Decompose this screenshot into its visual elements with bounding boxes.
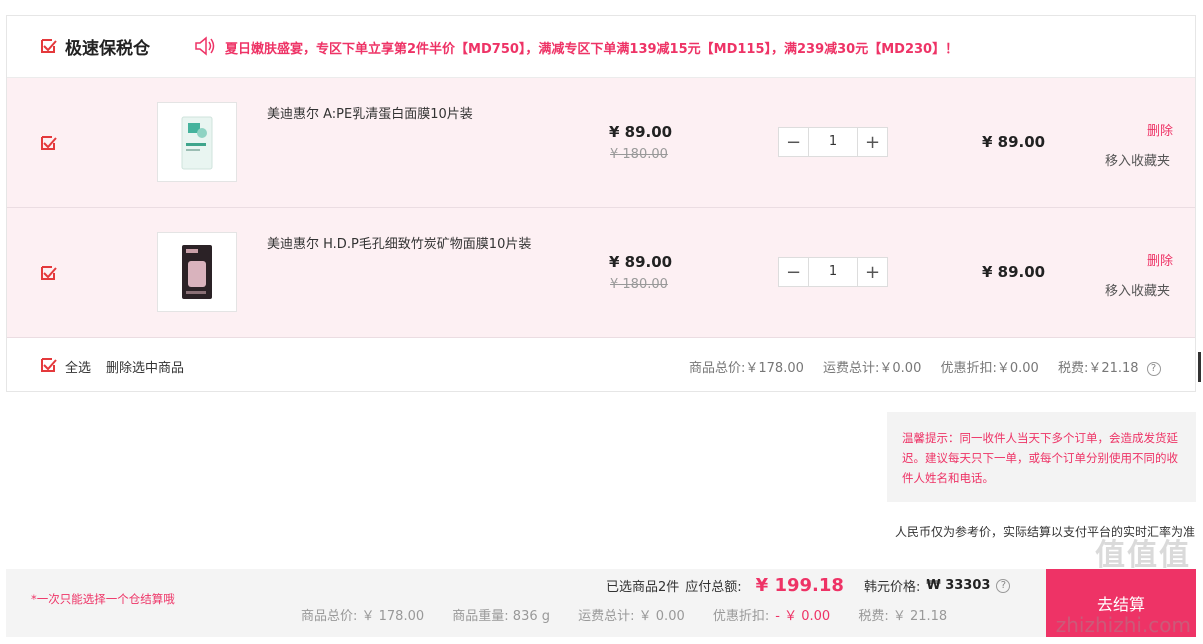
plus-icon[interactable]: + [857,258,887,286]
payable-label: 应付总额: [685,580,742,595]
cart-item-row: 美迪惠尔 H.D.P毛孔细致竹炭矿物面膜10片装 ¥ 89.00 ¥ 180.0… [7,208,1195,338]
discount-label: 优惠折扣: [712,609,770,624]
warm-tip-box: 温馨提示：同一收件人当天下多个订单，会造成发货延迟。建议每天只下一单，或每个订单… [887,412,1196,502]
select-all-label[interactable]: 全选 [65,357,91,376]
warehouse-header: 极速保税仓 夏日嫩肤盛宴，专区下单立享第2件半价【MD750】，满减专区下单满1… [7,16,1195,78]
item-checkbox[interactable] [41,136,57,150]
original-price: ¥ 180.00 [610,277,668,292]
minus-icon[interactable]: − [779,258,809,286]
scrollbar-thumb[interactable] [1198,352,1201,382]
breakdown-row: 商品总价: ￥ 178.00 商品重量: 836 g 运费总计: ￥ 0.00 … [301,605,971,624]
move-to-favorites-link[interactable]: 移入收藏夹 [1105,280,1170,299]
warehouse-checkbox[interactable] [41,39,57,53]
won-label: 韩元价格: [863,580,921,595]
shipping-total: 运费总计:￥0.00 [823,361,922,376]
rmb-note: 人民币仅为参考价，实际结算以支付平台的实时汇率为准 [894,525,1195,539]
payable-row: 已选商品2件 应付总额: ¥ 199.18 韩元价格: ₩ 33303 ? [606,575,1011,596]
mask-pack-image [182,245,212,299]
quantity-input[interactable]: 1 [809,258,857,286]
product-thumbnail[interactable] [157,232,237,312]
promo-text: 夏日嫩肤盛宴，专区下单立享第2件半价【MD750】，满减专区下单满139减15元… [225,42,959,57]
question-icon[interactable]: ? [1146,361,1161,376]
delete-link[interactable]: 删除 [1147,120,1173,139]
goods-total: 商品总价: ￥ 178.00 [301,609,425,624]
item-subtotal: ¥ 89.00 [982,133,1046,151]
product-thumbnail[interactable] [157,102,237,182]
checkmark-icon [41,266,57,280]
cart-panel: 极速保税仓 夏日嫩肤盛宴，专区下单立享第2件半价【MD750】，满减专区下单满1… [6,15,1196,392]
goods-weight: 商品重量: 836 g [452,609,550,624]
won-amount: ₩ 33303 [926,578,991,593]
tax-total: 税费: ￥ 21.18 [858,609,948,624]
shipping-total: 运费总计: ￥ 0.00 [578,609,685,624]
speaker-icon [194,36,216,56]
original-price: ¥ 180.00 [610,147,668,162]
checkmark-icon [41,358,57,372]
item-checkbox[interactable] [41,266,57,280]
checkout-bar: *一次只能选择一个仓结算哦 已选商品2件 应付总额: ¥ 199.18 韩元价格… [6,569,1196,637]
question-icon[interactable]: ? [996,578,1011,593]
plus-icon[interactable]: + [857,128,887,156]
delete-link[interactable]: 删除 [1147,250,1173,269]
unit-price: ¥ 89.00 [609,123,673,141]
mask-pack-image [181,116,213,170]
move-to-favorites-link[interactable]: 移入收藏夹 [1105,150,1170,169]
cart-footer: 全选 删除选中商品 商品总价:￥178.00 运费总计:￥0.00 优惠折扣:￥… [7,338,1195,391]
cart-item-row: 美迪惠尔 A:PE乳清蛋白面膜10片装 ¥ 89.00 ¥ 180.00 − 1… [7,78,1195,208]
goods-total: 商品总价:￥178.00 [689,361,804,376]
tax-total: 税费:￥21.18 [1057,361,1139,376]
discount-total: 优惠折扣:￥0.00 [940,361,1039,376]
delete-selected-link[interactable]: 删除选中商品 [106,357,184,376]
item-subtotal: ¥ 89.00 [982,263,1046,281]
product-name[interactable]: 美迪惠尔 H.D.P毛孔细致竹炭矿物面膜10片装 [267,235,547,255]
checkmark-icon [41,136,57,150]
quantity-stepper: − 1 + [778,257,888,287]
minus-icon[interactable]: − [779,128,809,156]
discount-amount: - ￥ 0.00 [775,609,831,624]
selected-count: 已选商品2件 [606,580,680,595]
cart-totals: 商品总价:￥178.00 运费总计:￥0.00 优惠折扣:￥0.00 税费:￥2… [689,357,1176,376]
single-warehouse-note: *一次只能选择一个仓结算哦 [31,592,175,606]
quantity-input[interactable]: 1 [809,128,857,156]
product-name[interactable]: 美迪惠尔 A:PE乳清蛋白面膜10片装 [267,105,547,125]
payable-amount: ¥ 199.18 [755,575,844,596]
select-all-checkbox[interactable] [41,358,57,372]
unit-price: ¥ 89.00 [609,253,673,271]
checkmark-icon [41,39,57,53]
warehouse-title: 极速保税仓 [65,39,150,59]
quantity-stepper: − 1 + [778,127,888,157]
checkout-button[interactable]: 去结算 [1046,569,1196,637]
